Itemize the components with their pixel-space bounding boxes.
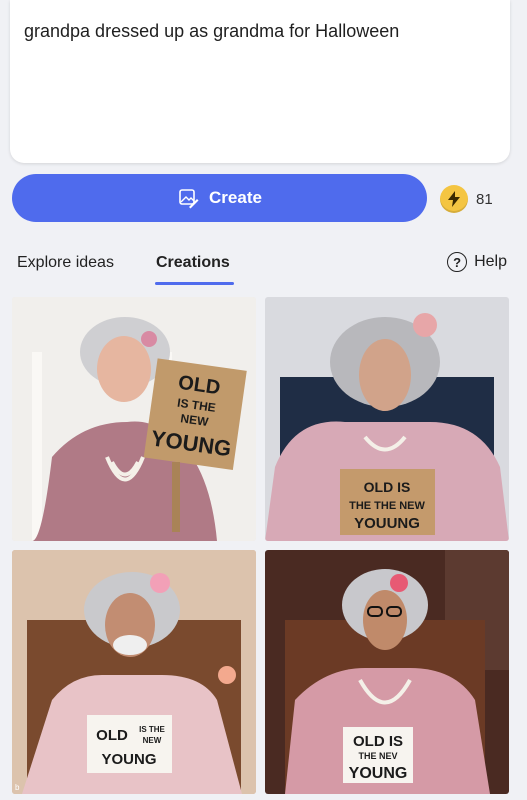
sign-line: THE NEV (358, 751, 397, 761)
generated-image-4[interactable]: OLD IS THE NEV YOUNG (265, 550, 509, 794)
tab-bar: Explore ideas Creations ? Help (0, 250, 527, 290)
tab-explore-ideas[interactable]: Explore ideas (17, 254, 114, 272)
active-tab-indicator (155, 282, 234, 285)
sign-line: THE THE NEW (349, 500, 425, 512)
boosts-indicator[interactable]: 81 (440, 183, 493, 215)
create-button[interactable]: Create (12, 174, 427, 222)
sign-line: OLD (96, 727, 128, 744)
image-create-icon (179, 189, 199, 209)
sign-line: OLD IS (364, 479, 411, 495)
boosts-count: 81 (476, 190, 493, 208)
sign-line: YOUUNG (354, 515, 420, 532)
sign-line: NEW (143, 736, 162, 745)
prompt-text: grandpa dressed up as grandma for Hallow… (24, 21, 400, 41)
generated-image-2[interactable]: OLD IS THE THE NEW YOUUNG (265, 297, 509, 541)
sign-line: OLD IS (353, 733, 403, 750)
question-circle-icon: ? (447, 252, 468, 272)
sign-line: IS THE (139, 725, 165, 734)
generated-image-1[interactable]: OLD IS THE NEW YOUNG (12, 297, 256, 541)
create-button-label: Create (209, 188, 262, 207)
tab-creations[interactable]: Creations (156, 254, 230, 272)
sign-line: YOUNG (101, 751, 156, 768)
prompt-textarea[interactable]: grandpa dressed up as grandma for Hallow… (10, 0, 510, 163)
generated-image-3[interactable]: OLD IS THE NEW YOUNG b (12, 550, 256, 794)
sign-line: YOUNG (349, 765, 408, 782)
watermark-mark: b (15, 783, 20, 792)
help-button[interactable]: ? Help (447, 252, 507, 272)
lightning-coin-icon (440, 185, 468, 213)
help-label: Help (474, 253, 507, 270)
